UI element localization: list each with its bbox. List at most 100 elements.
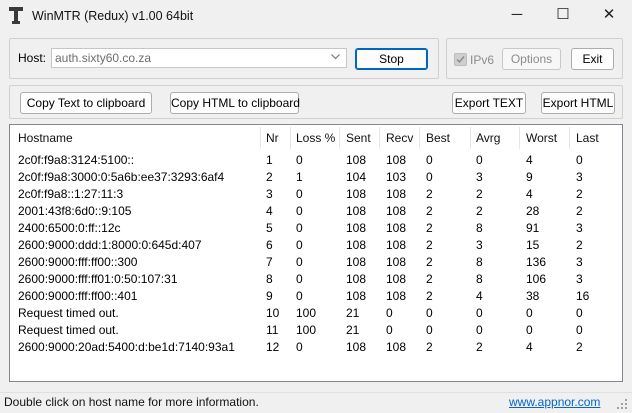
cell-avrg: 2 [476,187,483,201]
cell-hostname[interactable]: 2600:9000:ddd:1:8000:0:645d:407 [18,237,202,254]
window-title: WinMTR (Redux) v1.00 64bit [32,9,194,23]
cell-loss: 0 [296,238,303,252]
cell-avrg: 8 [476,221,483,235]
cell-avrg: 4 [476,289,483,303]
cell-best: 0 [426,153,433,167]
column-divider[interactable] [339,127,340,149]
cell-hostname[interactable]: 2600:9000:fff:ff01:0:50:107:31 [18,271,178,288]
column-header-recv[interactable]: Recv [386,131,413,145]
cell-recv: 108 [386,204,407,218]
column-divider[interactable] [519,127,520,149]
cell-avrg: 0 [476,153,483,167]
cell-hostname[interactable]: 2c0f:f9a8:3124:5100:: [18,152,134,169]
column-divider[interactable] [470,127,471,149]
column-divider[interactable] [569,127,570,149]
column-divider[interactable] [419,127,420,149]
minimize-button[interactable]: ─ [494,0,540,32]
cell-last: 3 [576,272,583,286]
exit-button[interactable]: Exit [571,48,614,70]
table-row[interactable]: 2600:9000:fff:ff00::401 9 0 108 108 2 4 38 16 [10,288,622,305]
cell-worst: 4 [526,187,533,201]
stop-button[interactable]: Stop [355,48,428,70]
maximize-button[interactable]: ☐ [540,0,586,32]
export-html-button[interactable]: Export HTML [541,92,615,114]
ipv6-checkbox[interactable] [454,53,467,66]
table-row[interactable]: 2400:6500:0:ff::12c 5 0 108 108 2 8 91 3 [10,220,622,237]
table-row[interactable]: Request timed out. 10 100 21 0 0 0 0 0 [10,305,622,322]
results-table[interactable]: Hostname Nr Loss % Sent Recv Best Avrg W… [9,124,623,382]
cell-recv: 103 [386,170,407,184]
table-row[interactable]: 2c0f:f9a8:3000:0:5a6b:ee37:3293:6af4 2 1 10… [10,169,622,186]
resize-grip-icon[interactable] [616,398,628,410]
cell-worst: 0 [526,306,533,320]
column-header-last[interactable]: Last [576,131,599,145]
table-row[interactable]: 2001:43f8:6d0::9:105 4 0 108 108 2 2 28 2 [10,203,622,220]
cell-avrg: 3 [476,238,483,252]
close-button[interactable]: ✕ [586,0,632,32]
cell-recv: 108 [386,272,407,286]
cell-last: 3 [576,170,583,184]
cell-nr: 11 [266,323,279,337]
cell-hostname[interactable]: 2600:9000:fff:ff00::300 [18,254,137,271]
checkmark-icon [456,56,465,64]
cell-recv: 0 [386,306,393,320]
column-divider[interactable] [260,127,261,149]
cell-worst: 4 [526,340,533,354]
cell-hostname[interactable]: 2600:9000:20ad:5400:d:be1d:7140:93a1 [18,339,235,356]
cell-loss: 0 [296,272,303,286]
column-divider[interactable] [290,127,291,149]
cell-hostname[interactable]: 2001:43f8:6d0::9:105 [18,203,131,220]
column-header-hostname[interactable]: Hostname [18,131,73,145]
cell-hostname[interactable]: 2600:9000:fff:ff00::401 [18,288,137,305]
cell-nr: 4 [266,204,273,218]
cell-hostname[interactable]: Request timed out. [18,305,119,322]
cell-sent: 108 [346,340,367,354]
cell-sent: 108 [346,187,367,201]
cell-nr: 7 [266,255,273,269]
chevron-down-icon [331,54,340,60]
cell-hostname[interactable]: Request timed out. [18,322,119,339]
cell-avrg: 3 [476,170,483,184]
cell-last: 2 [576,238,583,252]
table-row[interactable]: 2600:9000:fff:ff00::300 7 0 108 108 2 8 136 3 [10,254,622,271]
cell-last: 0 [576,323,583,337]
cell-recv: 108 [386,340,407,354]
cell-worst: 38 [526,289,540,303]
table-row[interactable]: 2c0f:f9a8::1:27:11:3 3 0 108 108 2 2 4 2 [10,186,622,203]
cell-last: 0 [576,153,583,167]
cell-avrg: 0 [476,306,483,320]
appnor-link[interactable]: www.appnor.com [509,395,600,409]
cell-worst: 0 [526,323,533,337]
column-header-avrg[interactable]: Avrg [476,131,500,145]
cell-last: 2 [576,340,583,354]
table-row[interactable]: Request timed out. 11 100 21 0 0 0 0 0 [10,322,622,339]
column-header-sent[interactable]: Sent [346,131,371,145]
host-combobox[interactable]: auth.sixty60.co.za [51,48,347,68]
table-row[interactable]: 2c0f:f9a8:3124:5100:: 1 0 108 108 0 0 4 0 [10,152,622,169]
cell-loss: 0 [296,255,303,269]
cell-avrg: 0 [476,323,483,337]
cell-avrg: 2 [476,340,483,354]
table-row[interactable]: 2600:9000:ddd:1:8000:0:645d:407 6 0 108 108 2… [10,237,622,254]
column-header-loss[interactable]: Loss % [296,131,335,145]
cell-avrg: 8 [476,255,483,269]
table-row[interactable]: 2600:9000:fff:ff01:0:50:107:31 8 0 108 108 2 8… [10,271,622,288]
cell-best: 2 [426,340,433,354]
column-divider[interactable] [379,127,380,149]
table-row[interactable]: 2600:9000:20ad:5400:d:be1d:7140:93a1 12 0 1… [10,339,622,356]
column-header-worst[interactable]: Worst [526,131,557,145]
cell-hostname[interactable]: 2c0f:f9a8::1:27:11:3 [18,186,123,203]
cell-nr: 5 [266,221,273,235]
column-header-nr[interactable]: Nr [266,131,279,145]
copy-html-button[interactable]: Copy HTML to clipboard [170,92,300,114]
cell-hostname[interactable]: 2c0f:f9a8:3000:0:5a6b:ee37:3293:6af4 [18,169,224,186]
export-text-button[interactable]: Export TEXT [452,92,526,114]
cell-avrg: 8 [476,272,483,286]
copy-text-button[interactable]: Copy Text to clipboard [20,92,152,114]
options-button[interactable]: Options [502,48,561,70]
column-header-best[interactable]: Best [426,131,450,145]
cell-loss: 100 [296,306,317,320]
cell-nr: 8 [266,272,273,286]
cell-hostname[interactable]: 2400:6500:0:ff::12c [18,220,121,237]
cell-recv: 108 [386,238,407,252]
